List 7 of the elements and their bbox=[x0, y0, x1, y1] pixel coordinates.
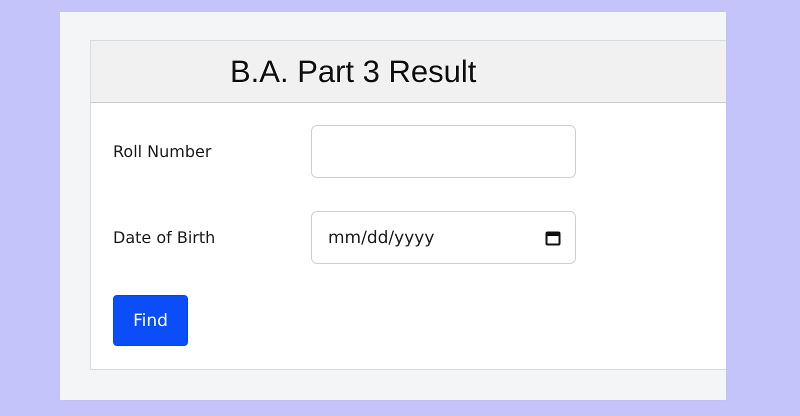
find-button[interactable]: Find bbox=[113, 295, 188, 346]
input-field[interactable] bbox=[311, 125, 576, 178]
field-label: Roll Number bbox=[113, 142, 212, 161]
card-title: B.A. Part 3 Result bbox=[230, 54, 476, 90]
date-field[interactable]: mm/dd/yyyy bbox=[311, 211, 576, 264]
field-label: Date of Birth bbox=[113, 228, 216, 247]
calendar-icon[interactable] bbox=[545, 230, 561, 246]
